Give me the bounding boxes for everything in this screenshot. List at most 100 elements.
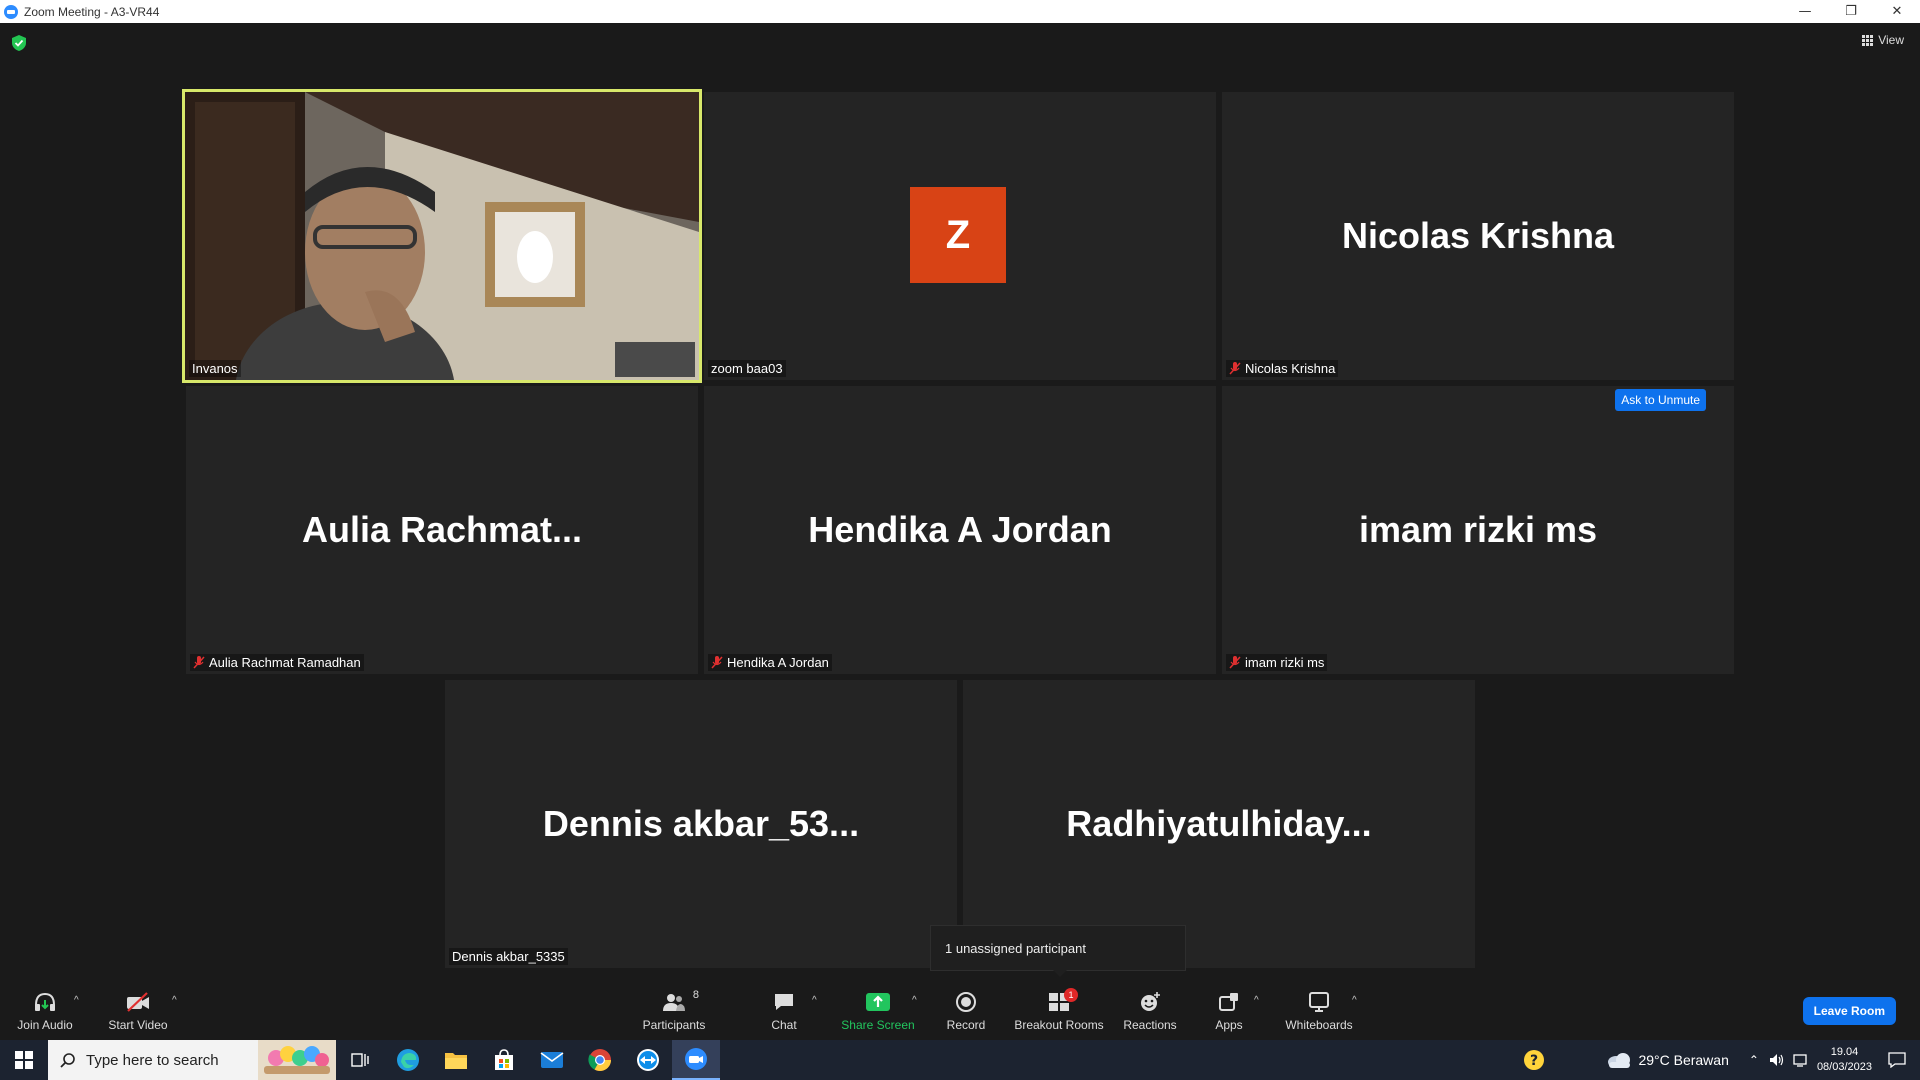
- taskbar-store[interactable]: [480, 1040, 528, 1080]
- meeting-toolbar: Join Audio ^ Start Video ^ 8 Participant…: [0, 983, 1920, 1040]
- task-view-button[interactable]: [336, 1040, 384, 1080]
- meeting-area: View Invanos Z zoom baa03 Nicolas Krishn…: [0, 23, 1920, 983]
- mic-muted-icon: [1229, 362, 1241, 375]
- participants-label: Participants: [642, 1018, 706, 1032]
- breakout-rooms-icon: 1: [1046, 988, 1078, 1013]
- reactions-button[interactable]: Reactions: [1122, 983, 1178, 1040]
- participant-name-tag: Aulia Rachmat Ramadhan: [190, 654, 364, 671]
- video-tile-nicolas-krishna[interactable]: Nicolas Krishna Nicolas Krishna: [1222, 92, 1734, 380]
- share-options-caret-icon[interactable]: ^: [912, 995, 917, 1006]
- start-video-button[interactable]: Start Video: [106, 983, 170, 1040]
- minimize-button[interactable]: —: [1782, 0, 1828, 23]
- video-tile-hendika-a-jordan[interactable]: Hendika A Jordan Hendika A Jordan: [704, 386, 1216, 674]
- apps-button[interactable]: Apps: [1214, 983, 1244, 1040]
- taskbar-teamviewer[interactable]: [624, 1040, 672, 1080]
- leave-room-button[interactable]: Leave Room: [1802, 997, 1896, 1025]
- network-icon[interactable]: [1793, 1052, 1809, 1068]
- notifications-icon[interactable]: [1888, 1052, 1906, 1068]
- participant-video: [185, 92, 699, 380]
- chat-button[interactable]: Chat: [766, 983, 802, 1040]
- video-off-icon: [125, 991, 151, 1013]
- participant-name: Dennis akbar_5335: [452, 949, 565, 964]
- chat-bubble-icon: [771, 991, 797, 1013]
- video-tile-aulia-rachmat[interactable]: Aulia Rachmat... Aulia Rachmat Ramadhan: [186, 386, 698, 674]
- help-icon[interactable]: ?: [1522, 1048, 1546, 1072]
- taskbar-edge[interactable]: [384, 1040, 432, 1080]
- participant-display-name: Hendika A Jordan: [808, 509, 1112, 550]
- taskbar-mail[interactable]: [528, 1040, 576, 1080]
- window-controls: — ❐ ✕: [1782, 0, 1920, 23]
- participants-count: 8: [692, 989, 699, 1001]
- join-audio-button[interactable]: Join Audio: [14, 983, 76, 1040]
- participant-display-name: Dennis akbar_53...: [542, 803, 860, 844]
- video-tile-dennis-akbar[interactable]: Dennis akbar_53... Dennis akbar_5335: [445, 680, 957, 968]
- chat-options-caret-icon[interactable]: ^: [812, 995, 817, 1006]
- breakout-rooms-button[interactable]: 1 Breakout Rooms: [1014, 983, 1104, 1040]
- whiteboards-label: Whiteboards: [1285, 1018, 1353, 1032]
- participant-name: Hendika A Jordan: [727, 655, 829, 670]
- video-tile-imam-rizki-ms[interactable]: Ask to Unmute imam rizki ms imam rizki m…: [1222, 386, 1734, 674]
- restore-button[interactable]: ❐: [1828, 0, 1874, 23]
- participant-name-tag: Dennis akbar_5335: [449, 948, 568, 965]
- whiteboards-options-caret-icon[interactable]: ^: [1352, 995, 1357, 1006]
- chrome-browser-icon: [588, 1049, 611, 1071]
- store-icon: [495, 1049, 513, 1070]
- whiteboards-button[interactable]: Whiteboards: [1284, 983, 1354, 1040]
- view-button[interactable]: View: [1862, 33, 1904, 47]
- security-shield-icon[interactable]: [12, 35, 26, 51]
- video-tile-zoom-baa03[interactable]: Z zoom baa03: [704, 92, 1216, 380]
- mail-icon: [540, 1052, 564, 1068]
- view-label: View: [1878, 33, 1904, 47]
- participant-name-tag: Hendika A Jordan: [708, 654, 832, 671]
- audio-options-caret-icon[interactable]: ^: [74, 995, 79, 1006]
- apps-icon: [1216, 991, 1242, 1013]
- taskbar-chrome[interactable]: [576, 1040, 624, 1080]
- edge-browser-icon: [397, 1049, 419, 1071]
- share-screen-icon: [865, 991, 891, 1013]
- reactions-label: Reactions: [1123, 1018, 1177, 1032]
- ask-to-unmute-button[interactable]: Ask to Unmute: [1615, 389, 1706, 411]
- search-placeholder: Type here to search: [86, 1051, 219, 1069]
- grid-view-icon: [1862, 34, 1874, 46]
- participant-display-name: imam rizki ms: [1358, 509, 1598, 550]
- taskbar-zoom[interactable]: [672, 1040, 720, 1080]
- tray-overflow-chevron-icon[interactable]: ⌃: [1749, 1053, 1759, 1067]
- clock-date: 08/03/2023: [1816, 1061, 1872, 1073]
- windows-start-button[interactable]: [0, 1040, 48, 1080]
- participant-name-tag: Nicolas Krishna: [1226, 360, 1339, 377]
- share-screen-label: Share Screen: [841, 1018, 915, 1032]
- apps-options-caret-icon[interactable]: ^: [1254, 995, 1259, 1006]
- taskbar-file-explorer[interactable]: [432, 1040, 480, 1080]
- mic-muted-icon: [193, 656, 205, 669]
- smiley-icon: [1137, 991, 1163, 1013]
- clock-time: 19.04: [1830, 1046, 1859, 1058]
- zoom-app-icon: [685, 1048, 707, 1070]
- apps-label: Apps: [1215, 1018, 1243, 1032]
- mic-muted-icon: [1229, 656, 1241, 669]
- participant-display-name: Aulia Rachmat...: [301, 509, 583, 550]
- cloud-weather-icon[interactable]: [1606, 1051, 1632, 1069]
- search-highlight-art-icon: [258, 1040, 336, 1080]
- participants-icon: 8: [661, 989, 699, 1013]
- taskbar-search-box[interactable]: Type here to search: [48, 1040, 336, 1080]
- close-button[interactable]: ✕: [1874, 0, 1920, 23]
- record-button[interactable]: Record: [944, 983, 988, 1040]
- participant-name: zoom baa03: [711, 361, 783, 376]
- windows-taskbar: Type here to search ? 29°C Berawan ⌃ 19.…: [0, 1040, 1920, 1080]
- video-tile-invanos[interactable]: Invanos: [182, 89, 702, 383]
- tooltip-text: 1 unassigned participant: [945, 940, 1086, 956]
- weather-text[interactable]: 29°C Berawan: [1638, 1052, 1728, 1068]
- video-options-caret-icon[interactable]: ^: [172, 995, 177, 1006]
- breakout-notification-badge: 1: [1064, 988, 1078, 1002]
- breakout-rooms-label: Breakout Rooms: [1014, 1018, 1104, 1032]
- participants-button[interactable]: 8 Participants: [638, 983, 710, 1040]
- windows-logo-icon: [15, 1051, 33, 1069]
- folder-icon: [445, 1053, 467, 1069]
- avatar: Z: [910, 187, 1006, 283]
- taskbar-clock[interactable]: 19.04 08/03/2023: [1817, 1045, 1872, 1075]
- participant-name: imam rizki ms: [1245, 655, 1325, 670]
- window-titlebar: Zoom Meeting - A3-VR44 — ❐ ✕: [0, 0, 1920, 23]
- speaker-icon[interactable]: [1769, 1052, 1785, 1068]
- zoom-logo-icon: [4, 4, 18, 19]
- share-screen-button[interactable]: Share Screen: [840, 983, 916, 1040]
